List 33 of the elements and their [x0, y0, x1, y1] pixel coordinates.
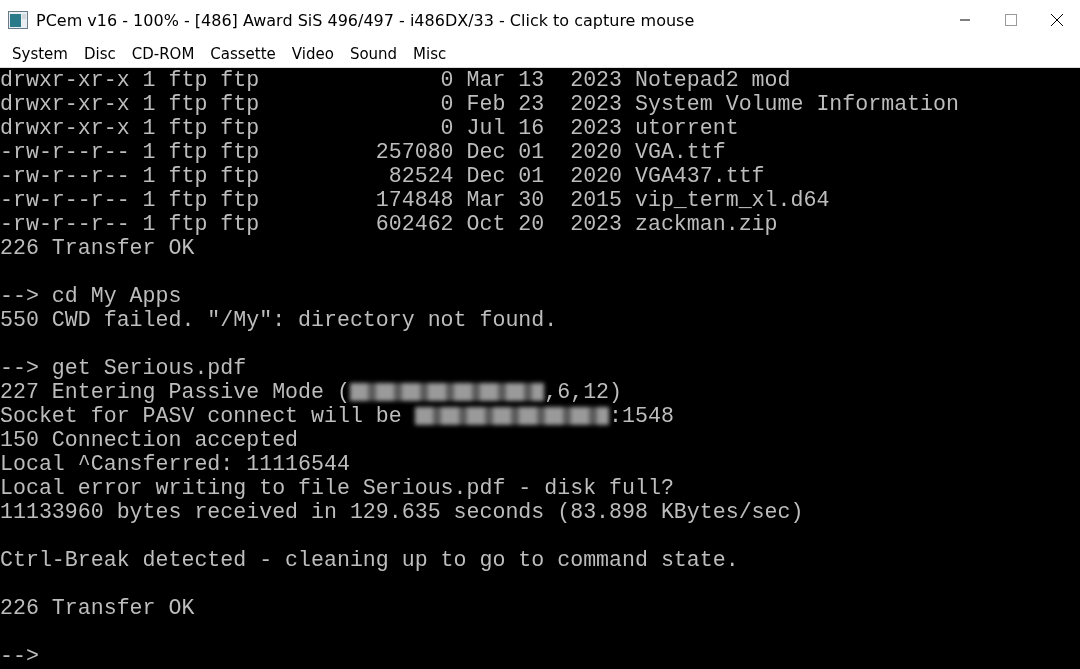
terminal-line: 150 Connection accepted — [0, 428, 299, 452]
terminal-line: Local error writing to file Serious.pdf - disk full? — [0, 476, 674, 500]
terminal-line: 11133960 bytes received in 129.635 seconds (83.898 KBytes/sec) — [0, 500, 804, 524]
terminal-line: 550 CWD failed. "/My": directory not found. — [0, 308, 558, 332]
terminal-line: drwxr-xr-x 1 ftp ftp 0 Feb 23 2023 System Volume Information — [0, 92, 959, 116]
maximize-icon — [1005, 14, 1017, 26]
terminal-text: :1548 — [609, 404, 674, 428]
terminal-line: --> — [0, 644, 39, 668]
menu-item[interactable]: CD-ROM — [123, 44, 203, 63]
terminal-text: 227 Entering Passive Mode ( — [0, 380, 350, 404]
menu-item[interactable]: Sound — [341, 44, 406, 63]
menu-item[interactable]: Misc — [405, 44, 455, 63]
terminal-line: -rw-r--r-- 1 ftp ftp 82524 Dec 01 2020 VGA437.ttf — [0, 164, 765, 188]
terminal-line: Ctrl-Break detected - cleaning up to go to command state. — [0, 548, 739, 572]
terminal-line: drwxr-xr-x 1 ftp ftp 0 Jul 16 2023 utorrent — [0, 116, 739, 140]
terminal-line: --> get Serious.pdf — [0, 356, 247, 380]
terminal-line: --> cd My Apps — [0, 284, 182, 308]
terminal-line: drwxr-xr-x 1 ftp ftp 0 Mar 13 2023 Notepad2 mod — [0, 68, 791, 92]
close-icon — [1051, 14, 1063, 26]
menu-item[interactable]: System — [4, 44, 76, 63]
terminal-line: -rw-r--r-- 1 ftp ftp 174848 Mar 30 2015 vip_term_xl.d64 — [0, 188, 830, 212]
terminal-line: -rw-r--r-- 1 ftp ftp 257080 Dec 01 2020 VGA.ttf — [0, 140, 726, 164]
app-icon — [8, 11, 28, 29]
terminal-text: Socket for PASV connect will be — [0, 404, 403, 428]
terminal-line: Local ^Cansferred: 11116544 — [0, 452, 350, 476]
menu-item[interactable]: Video — [283, 44, 342, 63]
terminal-line: 226 Transfer OK — [0, 236, 195, 260]
terminal-line: 226 Transfer OK — [0, 596, 195, 620]
terminal-line: -rw-r--r-- 1 ftp ftp 602462 Oct 20 2023 zackman.zip — [0, 212, 778, 236]
menu-item[interactable]: Disc — [75, 44, 124, 63]
terminal-text: ,6,12) — [544, 380, 623, 404]
window-title: PCem v16 - 100% - [486] Award SiS 496/497 - i486DX/33 - Click to capture mouse — [36, 10, 696, 30]
menu-item[interactable]: Cassette — [202, 44, 284, 63]
